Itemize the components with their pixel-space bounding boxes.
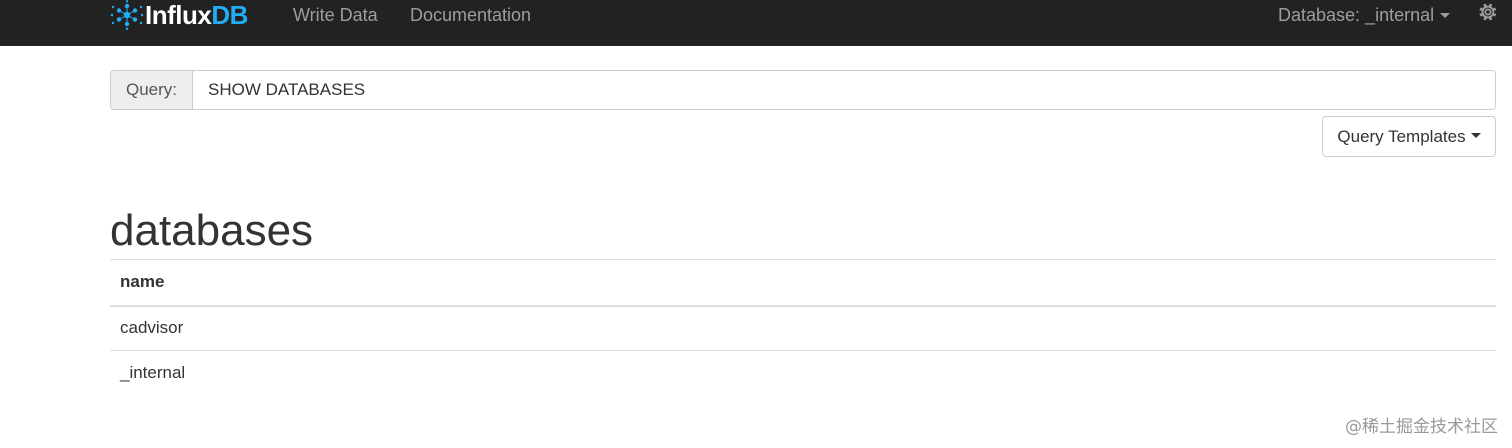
influxdb-logo-icon [110, 0, 144, 30]
query-input-group: Query: [110, 70, 1496, 110]
top-navbar: InfluxDB Write Data Documentation Databa… [0, 0, 1512, 46]
brand-name: InfluxDB [145, 0, 248, 30]
chevron-down-icon [1470, 133, 1481, 138]
nav-write-data-link[interactable]: Write Data [293, 4, 378, 26]
brand-name-part2: DB [211, 0, 248, 30]
chevron-down-icon [1440, 12, 1451, 18]
gear-icon[interactable] [1478, 2, 1498, 22]
table-cell: cadvisor [120, 318, 184, 338]
query-label: Query: [111, 71, 193, 109]
database-dropdown-label: Database: _internal [1278, 5, 1435, 25]
nav-documentation-link[interactable]: Documentation [410, 4, 531, 26]
database-dropdown[interactable]: Database: _internal [1278, 4, 1451, 26]
influxdb-logo[interactable]: InfluxDB [110, 0, 248, 30]
query-templates-label: Query Templates [1337, 126, 1466, 146]
table-row: cadvisor [110, 306, 1496, 351]
result-title: databases [110, 206, 314, 255]
column-header-name: name [110, 259, 1496, 307]
query-templates-button[interactable]: Query Templates [1322, 116, 1496, 157]
table-header-row: name [110, 259, 1496, 307]
table-cell: _internal [110, 350, 1496, 396]
query-input[interactable] [193, 71, 1495, 109]
watermark: @稀土掘金技术社区 [1345, 417, 1498, 437]
table-row: _internal [110, 350, 1496, 396]
brand-name-part1: Influx [145, 0, 212, 30]
results-table: name cadvisor _internal [110, 259, 1496, 396]
